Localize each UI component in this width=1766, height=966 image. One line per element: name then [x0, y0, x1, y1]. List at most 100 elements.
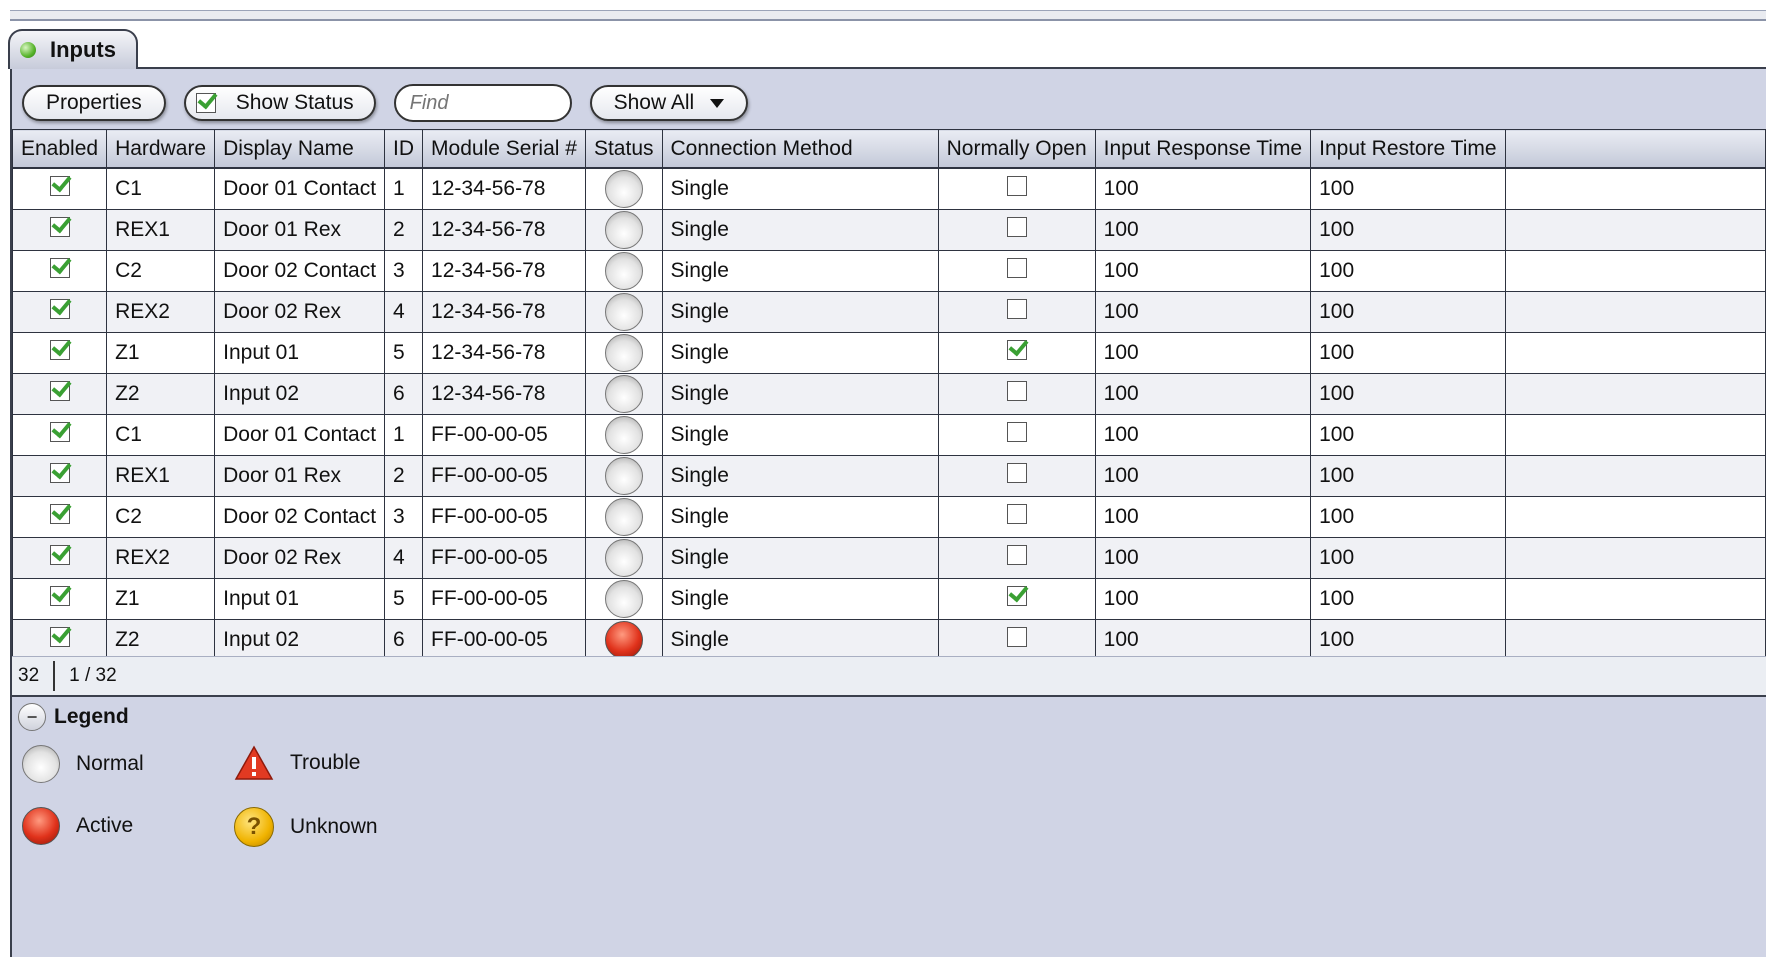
- table-row[interactable]: C2 Door 02 Contact 3 FF-00-00-05 Single 100 10…: [11, 495, 1766, 538]
- normally-open-checkbox[interactable]: [1006, 626, 1027, 647]
- show-status-checkbox-icon[interactable]: [195, 93, 216, 113]
- serial-cell-text: FF-00-00-05: [431, 627, 548, 651]
- filler-cell: [1504, 208, 1766, 251]
- status-cell: [584, 454, 663, 497]
- normally-open-checkbox[interactable]: [1006, 544, 1027, 565]
- normally-open-checkbox[interactable]: [1006, 585, 1027, 606]
- column-header[interactable]: Connection Method: [661, 129, 939, 169]
- id-cell-text: 6: [393, 381, 405, 405]
- table-row[interactable]: C1 Door 01 Contact 1 FF-00-00-05 Single 100 10…: [11, 413, 1766, 456]
- enabled-checkbox[interactable]: [49, 216, 70, 237]
- enabled-checkbox[interactable]: [49, 585, 70, 606]
- enabled-cell: [11, 249, 108, 292]
- serial-cell-text: 12-34-56-78: [431, 299, 546, 323]
- id-cell: 5: [384, 331, 424, 374]
- status-cell: [584, 413, 663, 456]
- table-row[interactable]: Z1 Input 01 5 FF-00-00-05 Single 100 100: [11, 577, 1766, 620]
- connection-method-cell-text: Single: [670, 545, 729, 569]
- display-name-cell-text: Door 01 Contact: [223, 422, 377, 446]
- show-status-toggle[interactable]: Show Status: [183, 85, 376, 121]
- column-header[interactable]: Module Serial #: [422, 129, 586, 169]
- tab-inputs[interactable]: Inputs: [8, 29, 138, 69]
- display-name-cell: Input 01: [214, 577, 386, 620]
- normally-open-checkbox[interactable]: [1006, 380, 1027, 401]
- enabled-checkbox[interactable]: [49, 380, 70, 401]
- serial-cell: 12-34-56-78: [422, 331, 586, 374]
- normal-status-icon: [604, 538, 643, 577]
- collapse-icon[interactable]: −: [18, 703, 46, 731]
- hardware-cell: C2: [106, 495, 216, 538]
- serial-cell: FF-00-00-05: [422, 618, 586, 661]
- enabled-checkbox[interactable]: [49, 257, 70, 278]
- enabled-checkbox[interactable]: [49, 298, 70, 319]
- id-cell-text: 2: [393, 217, 405, 241]
- column-header[interactable]: Input Response Time: [1094, 129, 1312, 169]
- table-row[interactable]: REX2 Door 02 Rex 4 FF-00-00-05 Single 100 100: [11, 536, 1766, 579]
- display-name-cell: Input 01: [214, 331, 386, 374]
- legend-header: − Legend: [18, 703, 129, 731]
- normally-open-cell: [937, 577, 1096, 620]
- column-header[interactable]: Input Restore Time: [1310, 129, 1506, 169]
- column-header[interactable]: Normally Open: [937, 129, 1096, 169]
- table-row[interactable]: Z1 Input 01 5 12-34-56-78 Single 100 100: [11, 331, 1766, 374]
- hardware-cell: Z1: [106, 577, 216, 620]
- response-time-cell: 100: [1094, 618, 1312, 661]
- column-header[interactable]: Display Name: [214, 129, 386, 169]
- serial-cell-text: 12-34-56-78: [431, 258, 546, 282]
- normally-open-checkbox[interactable]: [1006, 298, 1027, 319]
- response-time-cell-text: 100: [1103, 504, 1139, 528]
- normally-open-checkbox[interactable]: [1006, 216, 1027, 237]
- serial-cell: 12-34-56-78: [422, 208, 586, 251]
- enabled-checkbox[interactable]: [49, 544, 70, 565]
- legend-title: Legend: [54, 705, 129, 728]
- display-name-cell-text: Door 02 Contact: [223, 504, 377, 528]
- normally-open-checkbox[interactable]: [1006, 421, 1027, 442]
- properties-button[interactable]: Properties: [22, 85, 166, 121]
- warning-icon: [234, 745, 274, 780]
- enabled-cell: [11, 577, 108, 620]
- enabled-checkbox[interactable]: [49, 626, 70, 647]
- inputs-table: Enabled Hardware Display Name ID Module Seri…: [11, 129, 1766, 661]
- hardware-cell-text: REX1: [115, 217, 170, 241]
- normally-open-checkbox[interactable]: [1006, 503, 1027, 524]
- find-input[interactable]: [393, 84, 572, 122]
- normally-open-checkbox[interactable]: [1006, 175, 1027, 196]
- table-row[interactable]: REX2 Door 02 Rex 4 12-34-56-78 Single 100 100: [11, 290, 1766, 333]
- table-row[interactable]: C1 Door 01 Contact 1 12-34-56-78 Single 100 10…: [11, 167, 1766, 210]
- enabled-checkbox[interactable]: [49, 339, 70, 360]
- column-header[interactable]: Hardware: [106, 129, 216, 169]
- normally-open-checkbox[interactable]: [1006, 339, 1027, 360]
- table-row[interactable]: REX1 Door 01 Rex 2 12-34-56-78 Single 100 100: [11, 208, 1766, 251]
- serial-cell-text: FF-00-00-05: [431, 463, 548, 487]
- restore-time-cell-text: 100: [1319, 627, 1355, 651]
- enabled-checkbox[interactable]: [49, 462, 70, 483]
- display-name-cell: Door 02 Contact: [214, 249, 386, 292]
- enabled-checkbox[interactable]: [49, 175, 70, 196]
- enabled-checkbox[interactable]: [49, 503, 70, 524]
- table-row[interactable]: C2 Door 02 Contact 3 12-34-56-78 Single 100 10…: [11, 249, 1766, 292]
- restore-time-cell: 100: [1310, 331, 1506, 374]
- connection-method-cell-text: Single: [670, 176, 729, 200]
- column-header[interactable]: Status: [584, 129, 663, 169]
- table-row[interactable]: Z2 Input 02 6 FF-00-00-05 Single 100 100: [11, 618, 1766, 661]
- normally-open-checkbox[interactable]: [1006, 462, 1027, 483]
- normally-open-checkbox[interactable]: [1006, 257, 1027, 278]
- column-header[interactable]: Enabled: [11, 129, 108, 169]
- display-name-cell-text: Door 01 Contact: [223, 176, 377, 200]
- normally-open-cell: [937, 372, 1096, 415]
- table-row[interactable]: REX1 Door 01 Rex 2 FF-00-00-05 Single 100 100: [11, 454, 1766, 497]
- restore-time-cell: 100: [1310, 577, 1506, 620]
- filter-dropdown[interactable]: Show All: [589, 85, 748, 121]
- enabled-cell: [11, 413, 108, 456]
- legend-unknown-label: Unknown: [290, 815, 378, 838]
- normally-open-cell: [937, 249, 1096, 292]
- id-cell-text: 3: [393, 258, 405, 282]
- id-cell: 5: [384, 577, 424, 620]
- normal-status-icon: [604, 456, 643, 495]
- restore-time-cell-text: 100: [1319, 299, 1355, 323]
- legend-item-unknown: ? Unknown: [234, 807, 378, 847]
- enabled-checkbox[interactable]: [49, 421, 70, 442]
- column-header[interactable]: ID: [384, 129, 424, 169]
- id-cell-text: 4: [393, 299, 405, 323]
- table-row[interactable]: Z2 Input 02 6 12-34-56-78 Single 100 100: [11, 372, 1766, 415]
